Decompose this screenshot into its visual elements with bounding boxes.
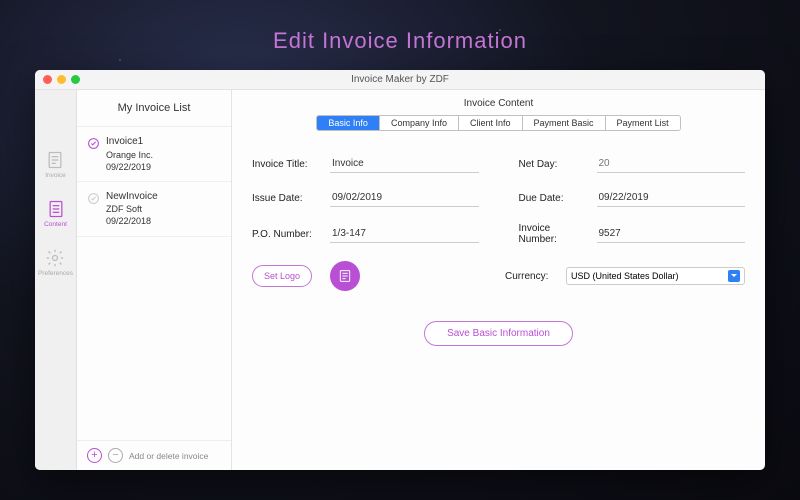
tab-payment-list[interactable]: Payment List xyxy=(606,116,680,130)
iconbar-invoice[interactable]: Invoice xyxy=(45,150,66,179)
check-circle-icon xyxy=(87,137,100,150)
iconbar-content-label: Content xyxy=(44,221,67,228)
issue-date-label: Issue Date: xyxy=(252,193,324,204)
iconbar-invoice-label: Invoice xyxy=(45,172,66,179)
invoice-item-date: 09/22/2018 xyxy=(106,215,158,227)
invoice-item-title: NewInvoice xyxy=(106,190,158,204)
invoice-item-company: ZDF Soft xyxy=(106,203,158,215)
currency-select[interactable]: USD (United States Dollar) xyxy=(566,267,745,285)
invoice-item-company: Orange Inc. xyxy=(106,149,153,161)
invoice-list-item[interactable]: NewInvoice ZDF Soft 09/22/2018 xyxy=(77,182,231,237)
currency-value: USD (United States Dollar) xyxy=(571,271,679,281)
po-number-input[interactable] xyxy=(330,225,479,243)
sidebar-list: Invoice1 Orange Inc. 09/22/2019 NewInvoi… xyxy=(77,127,231,440)
iconbar-preferences[interactable]: Preferences xyxy=(38,248,73,277)
add-invoice-button[interactable]: + xyxy=(87,448,102,463)
main-content: Invoice Content Basic Info Company Info … xyxy=(232,90,765,470)
tab-client-info[interactable]: Client Info xyxy=(459,116,523,130)
iconbar-preferences-label: Preferences xyxy=(38,270,73,277)
set-logo-button[interactable]: Set Logo xyxy=(252,265,312,287)
invoice-number-label: Invoice Number: xyxy=(519,223,591,245)
po-number-label: P.O. Number: xyxy=(252,229,324,240)
chevron-down-icon xyxy=(728,270,740,282)
net-day-label: Net Day: xyxy=(519,159,591,170)
left-iconbar: Invoice Content Preferences xyxy=(35,90,77,470)
logo-preview xyxy=(330,261,360,291)
sidebar-header: My Invoice List xyxy=(77,90,231,127)
tabs-title: Invoice Content xyxy=(252,98,745,109)
due-date-label: Due Date: xyxy=(519,193,591,204)
invoice-item-date: 09/22/2019 xyxy=(106,161,153,173)
invoice-list-item[interactable]: Invoice1 Orange Inc. 09/22/2019 xyxy=(77,127,231,182)
due-date-input[interactable] xyxy=(597,189,746,207)
invoice-number-input[interactable] xyxy=(597,225,746,243)
preferences-icon xyxy=(45,248,65,268)
check-circle-icon xyxy=(87,192,100,205)
currency-label: Currency: xyxy=(505,271,560,282)
invoice-icon xyxy=(45,150,65,170)
save-button[interactable]: Save Basic Information xyxy=(424,321,573,346)
logo-icon xyxy=(337,268,353,284)
invoice-title-label: Invoice Title: xyxy=(252,159,324,170)
tab-bar: Basic Info Company Info Client Info Paym… xyxy=(316,115,680,131)
app-window: Invoice Maker by ZDF Invoice Content Pre… xyxy=(35,70,765,470)
titlebar: Invoice Maker by ZDF xyxy=(35,70,765,90)
sidebar-footer: + − Add or delete invoice xyxy=(77,440,231,470)
tab-basic-info[interactable]: Basic Info xyxy=(317,116,380,130)
net-day-input[interactable] xyxy=(597,155,746,173)
invoice-item-title: Invoice1 xyxy=(106,135,153,149)
sidebar-footer-label: Add or delete invoice xyxy=(129,451,208,461)
invoice-title-input[interactable] xyxy=(330,155,479,173)
window-title: Invoice Maker by ZDF xyxy=(35,74,765,85)
content-icon xyxy=(46,199,66,219)
tab-company-info[interactable]: Company Info xyxy=(380,116,459,130)
delete-invoice-button[interactable]: − xyxy=(108,448,123,463)
tab-payment-basic[interactable]: Payment Basic xyxy=(523,116,606,130)
iconbar-content[interactable]: Content xyxy=(44,199,67,228)
issue-date-input[interactable] xyxy=(330,189,479,207)
invoice-list-sidebar: My Invoice List Invoice1 Orange Inc. 09/… xyxy=(77,90,232,470)
